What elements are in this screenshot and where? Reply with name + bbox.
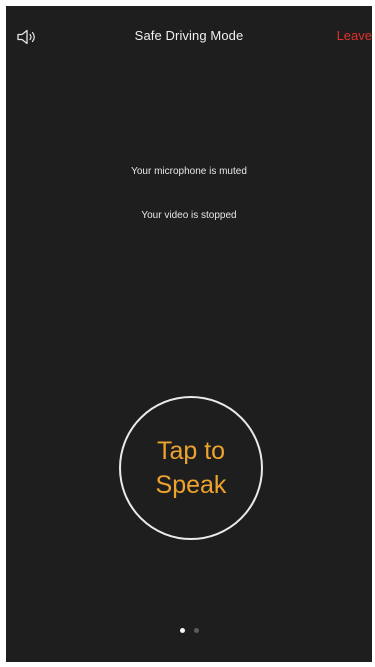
video-status: Your video is stopped [141,210,237,221]
tap-to-speak-button[interactable]: Tap to Speak [119,396,263,540]
leave-button[interactable]: Leave [337,28,372,43]
page-dot-1[interactable] [179,628,185,633]
safe-driving-screen: Safe Driving Mode Leave Your microphone … [6,6,372,662]
microphone-status: Your microphone is muted [131,166,247,177]
page-indicator [6,628,372,633]
page-dot-2[interactable] [193,628,199,633]
top-bar: Safe Driving Mode Leave [6,6,372,70]
tap-to-speak-label: Tap to Speak [155,437,227,499]
page-title: Safe Driving Mode [134,28,244,43]
